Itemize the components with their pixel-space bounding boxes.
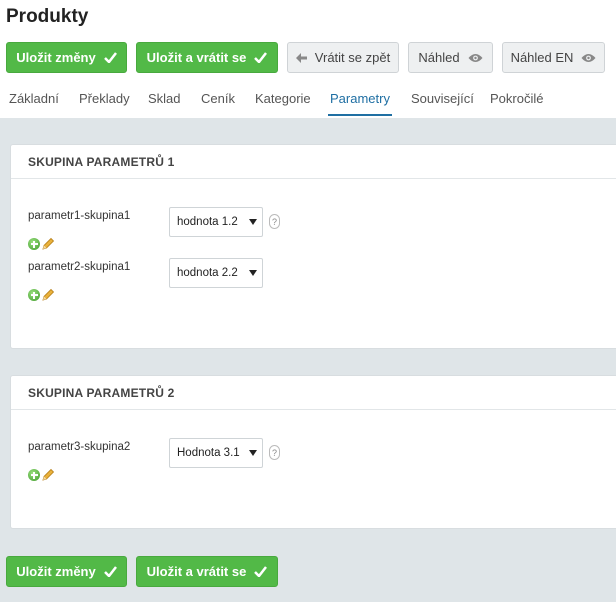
parameter-group-1: SKUPINA PARAMETRŮ 1 parametr1-skupina1 h… — [10, 144, 616, 349]
selected-value: Hodnota 3.1 — [177, 447, 240, 459]
page-title: Produkty — [6, 6, 89, 27]
pencil-icon[interactable] — [41, 468, 55, 482]
param-label: parametr3-skupina2 — [28, 441, 131, 453]
tab-souvisejici[interactable]: Související — [411, 84, 474, 116]
check-icon — [103, 52, 117, 63]
add-icon[interactable] — [28, 289, 40, 301]
tab-parametry[interactable]: Parametry — [328, 84, 392, 116]
chevron-down-icon — [249, 270, 257, 276]
param-value-select[interactable]: Hodnota 3.1 — [169, 438, 263, 468]
tab-kategorie[interactable]: Kategorie — [255, 84, 311, 116]
pencil-icon[interactable] — [41, 237, 55, 251]
preview-button[interactable]: Náhled — [408, 42, 493, 73]
param-label: parametr1-skupina1 — [28, 210, 131, 222]
save-return-button-bottom[interactable]: Uložit a vrátit se — [136, 556, 278, 587]
save-button[interactable]: Uložit změny — [6, 42, 127, 73]
chevron-down-icon — [249, 219, 257, 225]
add-icon[interactable] — [28, 469, 40, 481]
save-button-label: Uložit změny — [16, 50, 96, 65]
chevron-down-icon — [249, 450, 257, 456]
save-button-bottom[interactable]: Uložit změny — [6, 556, 127, 587]
tab-zakladni[interactable]: Základní — [9, 84, 59, 116]
back-button-label: Vrátit se zpět — [314, 50, 391, 65]
tab-sklad[interactable]: Sklad — [148, 84, 181, 116]
eye-icon — [468, 53, 483, 62]
param-label: parametr2-skupina1 — [28, 261, 131, 273]
preview-en-button-label: Náhled EN — [510, 50, 574, 65]
check-icon — [103, 566, 117, 577]
help-icon[interactable]: ? — [269, 214, 280, 229]
tab-preklady[interactable]: Překlady — [79, 84, 130, 116]
group-title: SKUPINA PARAMETRŮ 2 — [11, 376, 616, 410]
tab-cenik[interactable]: Ceník — [201, 84, 235, 116]
param-actions — [28, 468, 55, 482]
group-title: SKUPINA PARAMETRŮ 1 — [11, 145, 616, 179]
save-return-button[interactable]: Uložit a vrátit se — [136, 42, 278, 73]
check-icon — [254, 566, 268, 577]
arrow-left-icon — [295, 52, 307, 63]
parameter-group-2: SKUPINA PARAMETRŮ 2 parametr3-skupina2 H… — [10, 375, 616, 529]
tab-bar: Základní Překlady Sklad Ceník Kategorie … — [0, 84, 616, 118]
param-actions — [28, 237, 55, 251]
preview-button-label: Náhled — [418, 50, 460, 65]
param-actions — [28, 288, 55, 302]
eye-icon — [581, 53, 596, 62]
param-value-select[interactable]: hodnota 1.2 — [169, 207, 263, 237]
tab-pokrocile[interactable]: Pokročilé — [490, 84, 543, 116]
check-icon — [254, 52, 268, 63]
back-button[interactable]: Vrátit se zpět — [287, 42, 399, 73]
pencil-icon[interactable] — [41, 288, 55, 302]
selected-value: hodnota 1.2 — [177, 216, 238, 228]
preview-en-button[interactable]: Náhled EN — [502, 42, 605, 73]
param-value-select[interactable]: hodnota 2.2 — [169, 258, 263, 288]
add-icon[interactable] — [28, 238, 40, 250]
help-icon[interactable]: ? — [269, 445, 280, 460]
save-return-button-label: Uložit a vrátit se — [146, 50, 247, 65]
save-button-label: Uložit změny — [16, 564, 96, 579]
selected-value: hodnota 2.2 — [177, 267, 238, 279]
save-return-button-label: Uložit a vrátit se — [146, 564, 247, 579]
